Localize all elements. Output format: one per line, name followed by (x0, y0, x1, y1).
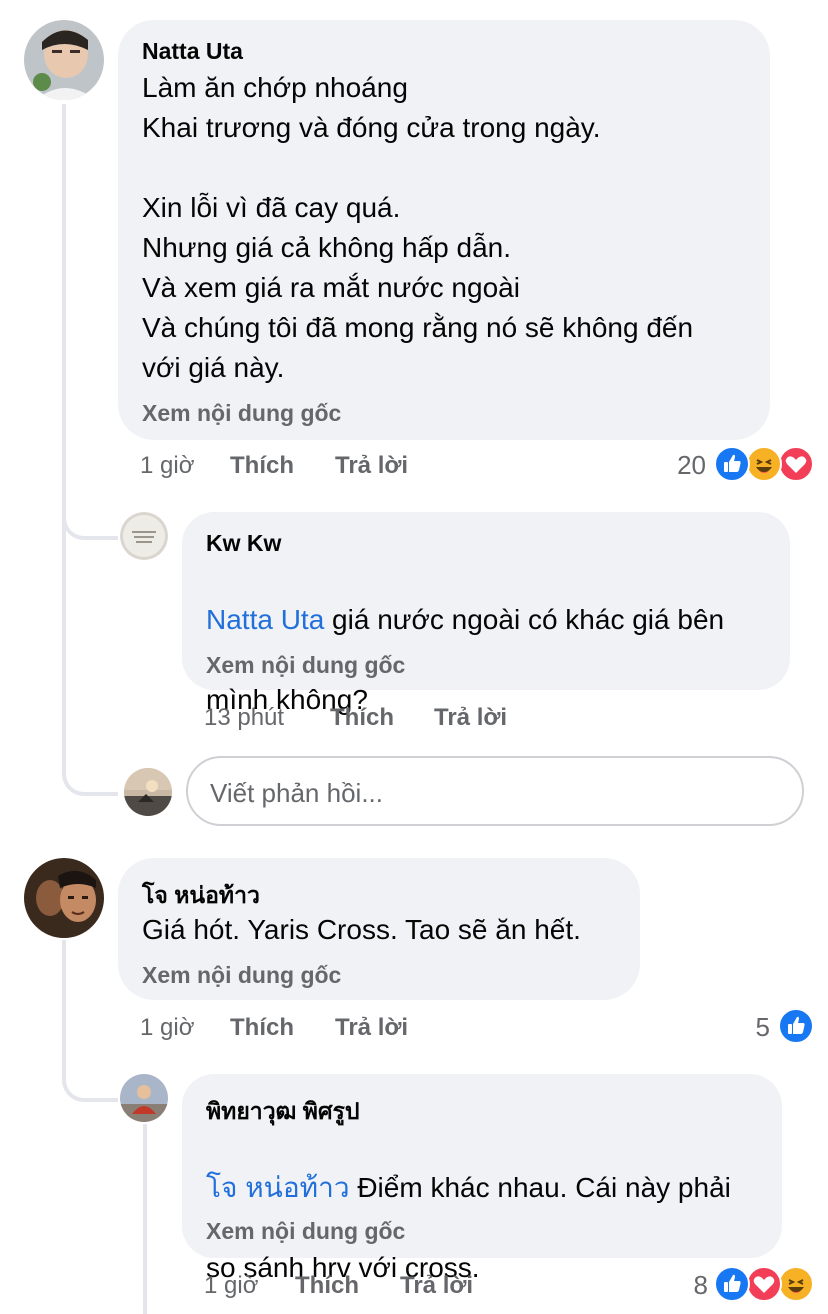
mention-link[interactable]: โจ หน่อท้าว (206, 1172, 350, 1203)
like-button[interactable]: Thích (230, 1014, 294, 1042)
thread-line (62, 104, 66, 764)
comment-time[interactable]: 1 giờ (140, 1014, 194, 1042)
see-original-link[interactable]: Xem nội dung gốc (206, 652, 405, 679)
reaction-count[interactable]: 5 (730, 1012, 770, 1043)
reply-button[interactable]: Trả lời (335, 1014, 408, 1042)
reply-author[interactable]: Kw Kw (206, 530, 281, 557)
reply-input[interactable]: Viết phản hồi... (186, 756, 804, 826)
reaction-icons[interactable] (778, 1008, 818, 1046)
comment-time[interactable]: 1 giờ (140, 452, 194, 480)
reply-placeholder: Viết phản hồi... (210, 778, 383, 808)
avatar[interactable] (124, 768, 172, 816)
haha-icon (778, 1266, 814, 1302)
reply-button[interactable]: Trả lời (400, 1272, 473, 1300)
reaction-icons[interactable] (714, 446, 818, 484)
thread-connector (62, 480, 118, 540)
avatar[interactable] (24, 858, 104, 938)
comment-text: Làm ăn chớp nhoáng Khai trương và đóng c… (142, 72, 694, 383)
reply-text: Natta Uta giá nước ngoài có khác giá bên… (206, 604, 725, 715)
reply-button[interactable]: Trả lời (335, 452, 408, 480)
reaction-count[interactable]: 8 (672, 1270, 708, 1301)
avatar[interactable] (120, 512, 168, 560)
comment-author[interactable]: โจ หน่อท้าว (142, 878, 260, 914)
comment-author[interactable]: Natta Uta (142, 38, 243, 65)
reply-button[interactable]: Trả lời (434, 704, 507, 732)
reply-text: โจ หน่อท้าว Điểm khác nhau. Cái này phải… (206, 1172, 731, 1283)
mention-link[interactable]: Natta Uta (206, 604, 324, 635)
reaction-icons[interactable] (714, 1266, 818, 1304)
like-icon (714, 1266, 750, 1302)
thread-connector (62, 740, 118, 796)
see-original-link[interactable]: Xem nội dung gốc (142, 962, 341, 989)
haha-icon (746, 446, 782, 482)
reaction-count[interactable]: 20 (650, 450, 706, 481)
avatar[interactable] (24, 20, 104, 100)
avatar[interactable] (120, 1074, 168, 1122)
like-button[interactable]: Thích (295, 1272, 359, 1300)
like-button[interactable]: Thích (230, 452, 294, 480)
like-button[interactable]: Thích (330, 704, 394, 732)
thread-connector (62, 1050, 118, 1102)
reply-time[interactable]: 13 phút (204, 704, 284, 732)
reply-author[interactable]: พิทยาวุฒ พิศรูป (206, 1094, 360, 1130)
love-icon (746, 1266, 782, 1302)
see-original-link[interactable]: Xem nội dung gốc (206, 1218, 405, 1245)
like-icon (714, 446, 750, 482)
see-original-link[interactable]: Xem nội dung gốc (142, 400, 341, 427)
love-icon (778, 446, 814, 482)
like-icon (778, 1008, 814, 1044)
thread-line (143, 1124, 147, 1314)
reply-time[interactable]: 1 giờ (204, 1272, 258, 1300)
comment-text: Giá hót. Yaris Cross. Tao sẽ ăn hết. (142, 914, 581, 945)
